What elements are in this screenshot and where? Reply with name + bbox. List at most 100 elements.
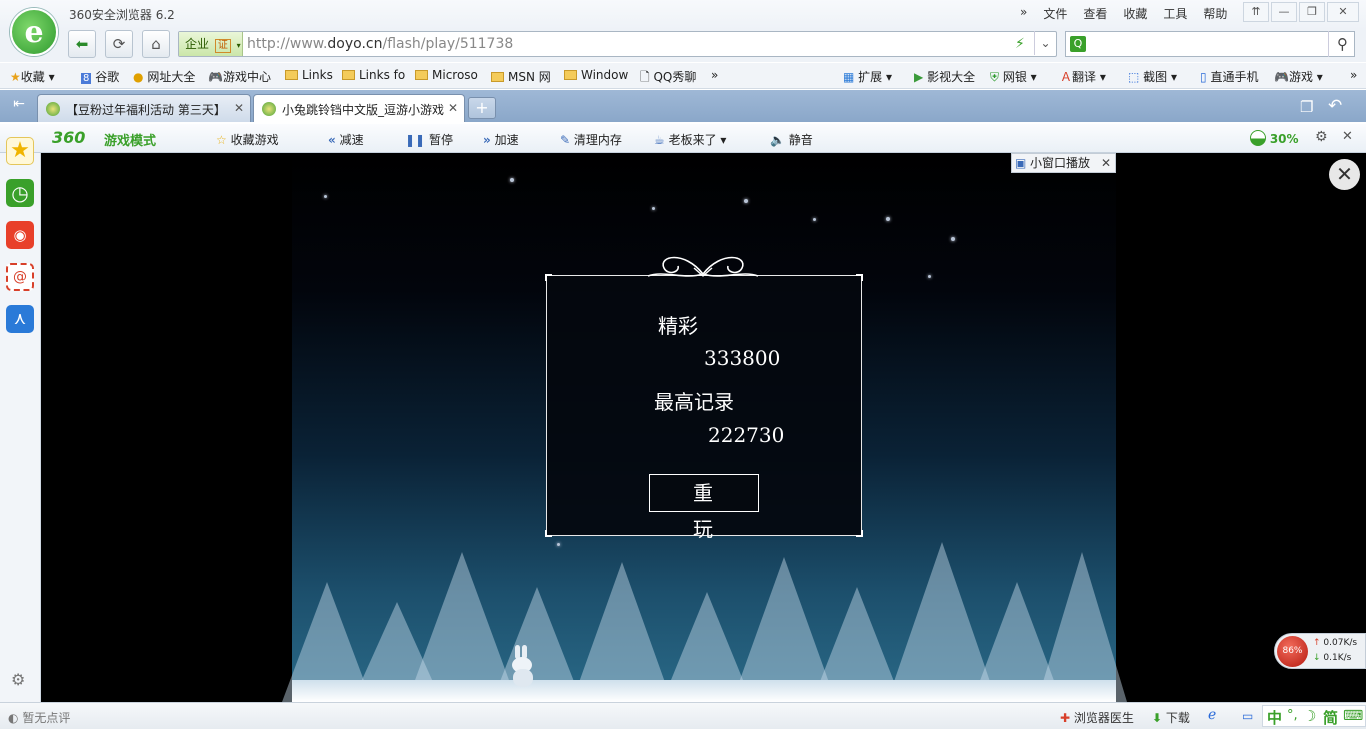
refresh-button[interactable]: ⟳ bbox=[105, 30, 133, 58]
bookmark-qqshow[interactable]: 🗋 QQ秀聊 bbox=[640, 68, 696, 89]
status-bar: ◐ 暂无点评 ✚ 浏览器医生 ⬇ 下载 ℯ ▭ 中 °, ☽ 简 ⌨ bbox=[0, 702, 1366, 729]
minimize-button[interactable]: — bbox=[1271, 2, 1297, 22]
ime-punctuation-icon: °, bbox=[1287, 708, 1298, 723]
mini-window-play-button[interactable]: ▣ 小窗口播放 ✕ bbox=[1011, 153, 1116, 173]
boss-key-button[interactable]: ☕ 老板来了 ▾ bbox=[654, 131, 726, 148]
toolbar-screenshot[interactable]: ⬚ 截图 ▾ bbox=[1128, 68, 1177, 85]
speed-up-button[interactable]: » 加速 bbox=[483, 131, 519, 148]
bookmark-links[interactable]: Links bbox=[285, 68, 333, 82]
weibo-icon[interactable]: ◉ bbox=[6, 221, 34, 249]
toolbar-phone[interactable]: ▯ 直通手机 bbox=[1200, 68, 1258, 85]
browser-doctor-button[interactable]: ✚ 浏览器医生 bbox=[1060, 709, 1134, 726]
bookmark-microso[interactable]: Microso bbox=[415, 68, 478, 82]
ornament-flourish bbox=[647, 256, 759, 277]
toolbar-extensions[interactable]: ▦ 扩展 ▾ bbox=[843, 68, 892, 85]
url-text[interactable]: http://www.doyo.cn/flash/play/511738 bbox=[247, 36, 513, 52]
search-engine-icon[interactable]: Q bbox=[1070, 36, 1086, 52]
network-monitor[interactable]: 86% ↑ 0.07K/s ↓ 0.1K/s bbox=[1274, 633, 1366, 669]
clear-memory-button[interactable]: ✎ 清理内存 bbox=[560, 131, 622, 148]
close-window-button[interactable]: ✕ bbox=[1327, 2, 1359, 22]
ime-toolbar[interactable]: 中 °, ☽ 简 ⌨ bbox=[1262, 705, 1366, 727]
menu-view[interactable]: 查看 bbox=[1083, 5, 1107, 22]
page-review[interactable]: ◐ 暂无点评 bbox=[8, 709, 70, 726]
app-icon[interactable]: ⋏ bbox=[6, 305, 34, 333]
slow-down-button[interactable]: « 减速 bbox=[328, 131, 364, 148]
new-tab-button[interactable]: + bbox=[468, 97, 496, 119]
pause-button[interactable]: ❚❚ 暂停 bbox=[405, 131, 453, 148]
history-clock-icon[interactable]: ◷ bbox=[6, 179, 34, 207]
mini-window-icon: ▣ bbox=[1015, 156, 1027, 170]
tab-0[interactable]: 【豆粉过年福利活动 第三天】 ✕ bbox=[37, 94, 251, 122]
enterprise-cert-badge[interactable]: 企业 证 ▾ bbox=[179, 32, 243, 56]
maximize-button[interactable]: ❐ bbox=[1299, 2, 1325, 22]
exit-game-mode-icon[interactable]: ✕ bbox=[1342, 129, 1353, 144]
close-tab-icon[interactable]: ✕ bbox=[234, 101, 244, 115]
toolbar-video[interactable]: ▶ 影视大全 bbox=[914, 68, 975, 85]
window-icon[interactable]: ▭ bbox=[1242, 709, 1253, 723]
skin-button[interactable]: ⇈ bbox=[1243, 2, 1269, 22]
globe-icon: ● bbox=[133, 70, 144, 84]
search-box[interactable]: Q ⚲ bbox=[1065, 31, 1355, 57]
download-arrow-icon: ⬇ bbox=[1152, 711, 1163, 725]
page-icon: 🗋 bbox=[640, 70, 650, 84]
bookmark-favorites[interactable]: ★收藏 ▾ bbox=[10, 68, 55, 85]
menu-help[interactable]: 帮助 bbox=[1203, 5, 1227, 22]
toolbar-more[interactable]: » bbox=[1350, 68, 1357, 82]
star-icon: ☆ bbox=[216, 133, 227, 147]
menu-file[interactable]: 文件 bbox=[1043, 5, 1067, 22]
toolbar-ebank[interactable]: ⛨ 网银 ▾ bbox=[990, 68, 1037, 85]
favorite-game-button[interactable]: ☆ 收藏游戏 bbox=[216, 131, 279, 148]
back-button[interactable]: ⬅ bbox=[68, 30, 96, 58]
bookmark-sites[interactable]: ● 网址大全 bbox=[133, 68, 195, 85]
screenshot-icon: ⬚ bbox=[1128, 70, 1140, 84]
lightning-icon[interactable]: ⚡ bbox=[1015, 36, 1025, 52]
great-label: 精彩 bbox=[658, 314, 698, 338]
folder-icon bbox=[342, 70, 355, 80]
menu-tools[interactable]: 工具 bbox=[1163, 5, 1187, 22]
toolbar-games[interactable]: 🎮游戏 ▾ bbox=[1274, 68, 1323, 85]
memory-usage: 30% bbox=[1250, 130, 1299, 146]
folder-icon bbox=[564, 70, 577, 80]
folder-icon bbox=[285, 70, 298, 80]
home-button[interactable]: ⌂ bbox=[142, 30, 170, 58]
search-icon[interactable]: ⚲ bbox=[1328, 31, 1356, 57]
bookmark-google[interactable]: 8 谷歌 bbox=[81, 68, 119, 85]
restore-window-icon[interactable]: ❐ bbox=[1300, 98, 1313, 116]
cpu-usage-ball: 86% bbox=[1277, 636, 1308, 667]
close-game-icon[interactable]: ✕ bbox=[1329, 159, 1360, 190]
mail-icon[interactable]: @ bbox=[6, 263, 34, 291]
memory-gauge-icon bbox=[1250, 130, 1266, 146]
sidebar-toggle-icon[interactable]: ⇤ bbox=[6, 96, 32, 116]
tab-bar: ⇤ 【豆粉过年福利活动 第三天】 ✕ 小兔跳铃铛中文版_逗游小游戏 ✕ + ❐ … bbox=[0, 90, 1366, 122]
toolbar-translate[interactable]: Ａ翻译 ▾ bbox=[1060, 68, 1106, 85]
favorites-star-icon[interactable]: ★ bbox=[6, 137, 34, 165]
download-button[interactable]: ⬇ 下载 bbox=[1152, 709, 1190, 726]
tab-1-active[interactable]: 小兔跳铃铛中文版_逗游小游戏 ✕ bbox=[253, 94, 465, 122]
medical-cross-icon: ✚ bbox=[1060, 711, 1071, 725]
bookmarks-more[interactable]: » bbox=[711, 68, 718, 82]
speaker-icon: 🔈 bbox=[770, 133, 785, 147]
close-tab-icon[interactable]: ✕ bbox=[445, 101, 458, 115]
translate-icon: Ａ bbox=[1060, 70, 1073, 84]
browser-logo[interactable]: e bbox=[10, 8, 58, 56]
sidebar-settings-icon[interactable]: ⚙ bbox=[11, 670, 25, 689]
gamepad-icon: 🎮 bbox=[208, 70, 223, 84]
ie-icon[interactable]: ℯ bbox=[1208, 707, 1216, 723]
bookmark-links-fo[interactable]: Links fo bbox=[342, 68, 405, 82]
menu-favorites[interactable]: 收藏 bbox=[1123, 5, 1147, 22]
menu-more[interactable]: » bbox=[1020, 5, 1027, 22]
bookmark-window[interactable]: Window bbox=[564, 68, 628, 82]
undo-close-icon[interactable]: ↶ bbox=[1328, 96, 1342, 116]
replay-button[interactable]: 重 玩 bbox=[649, 474, 759, 541]
settings-gear-icon[interactable]: ⚙ bbox=[1315, 129, 1328, 145]
url-dropdown-icon[interactable]: ⌄ bbox=[1034, 31, 1056, 55]
snow-ground bbox=[292, 680, 1116, 702]
back-arrow-icon: ⬅ bbox=[75, 35, 89, 53]
address-bar[interactable]: 企业 证 ▾ http://www.doyo.cn/flash/play/511… bbox=[178, 31, 1057, 57]
close-mini-window-icon[interactable]: ✕ bbox=[1101, 154, 1111, 172]
bookmark-msn[interactable]: MSN 网 bbox=[491, 68, 551, 85]
bookmark-gamecenter[interactable]: 🎮游戏中心 bbox=[208, 68, 271, 85]
mute-button[interactable]: 🔈 静音 bbox=[770, 131, 813, 148]
game-mode-title: 游戏模式 bbox=[104, 134, 157, 149]
search-input[interactable] bbox=[1092, 34, 1322, 54]
